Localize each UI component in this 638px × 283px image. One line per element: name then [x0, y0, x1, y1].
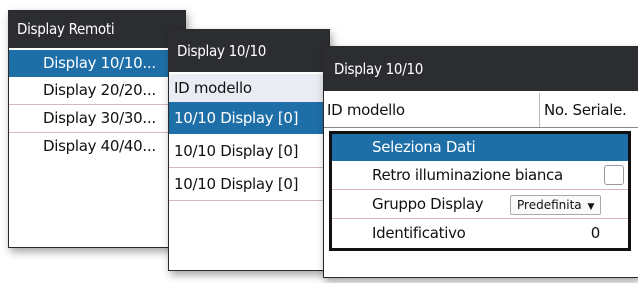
list-item-display-10[interactable]: Display 10/10... — [9, 50, 185, 77]
identifier-label: Identificativo — [372, 224, 466, 242]
column-divider — [539, 93, 540, 127]
display-detail-window: Display 10/10 ID modello 10/10 Display [… — [168, 29, 330, 271]
chevron-down-icon: ▼ — [587, 202, 595, 212]
list-item-model-1[interactable]: 10/10 Display [0] — [169, 102, 329, 134]
window-title: Display 10/10 — [169, 30, 329, 72]
backlight-label: Retro illuminazione bianca — [372, 166, 563, 184]
divider — [169, 200, 329, 201]
backlight-row[interactable]: Retro illuminazione bianca — [332, 161, 628, 189]
list-item-display-40[interactable]: Display 40/40... — [9, 133, 185, 160]
list-item-display-30[interactable]: Display 30/30... — [9, 105, 185, 132]
list-item-model-3[interactable]: 10/10 Display [0] — [169, 168, 329, 200]
identifier-row[interactable]: Identificativo — [332, 219, 628, 247]
dialog-title: Seleziona Dati — [332, 134, 628, 161]
backlight-checkbox[interactable] — [604, 165, 624, 185]
divider — [324, 127, 638, 128]
list-item-model-2[interactable]: 10/10 Display [0] — [169, 135, 329, 167]
remote-displays-window: Display Remoti Display 10/10... Display … — [8, 10, 186, 248]
window-title: Display 10/10 — [324, 47, 638, 91]
group-value: Predefinita — [517, 198, 582, 212]
group-dropdown[interactable]: Predefinita ▼ — [510, 195, 602, 215]
column-header-model: ID modello — [169, 74, 329, 102]
group-label: Gruppo Display — [372, 195, 484, 213]
identifier-value: 0 — [590, 224, 601, 242]
list-item-display-20[interactable]: Display 20/20... — [9, 77, 185, 104]
select-data-dialog: Seleziona Dati Retro illuminazione bianc… — [329, 131, 631, 251]
column-header-serial: No. Seriale. — [544, 101, 627, 119]
window-title: Display Remoti — [9, 11, 185, 48]
